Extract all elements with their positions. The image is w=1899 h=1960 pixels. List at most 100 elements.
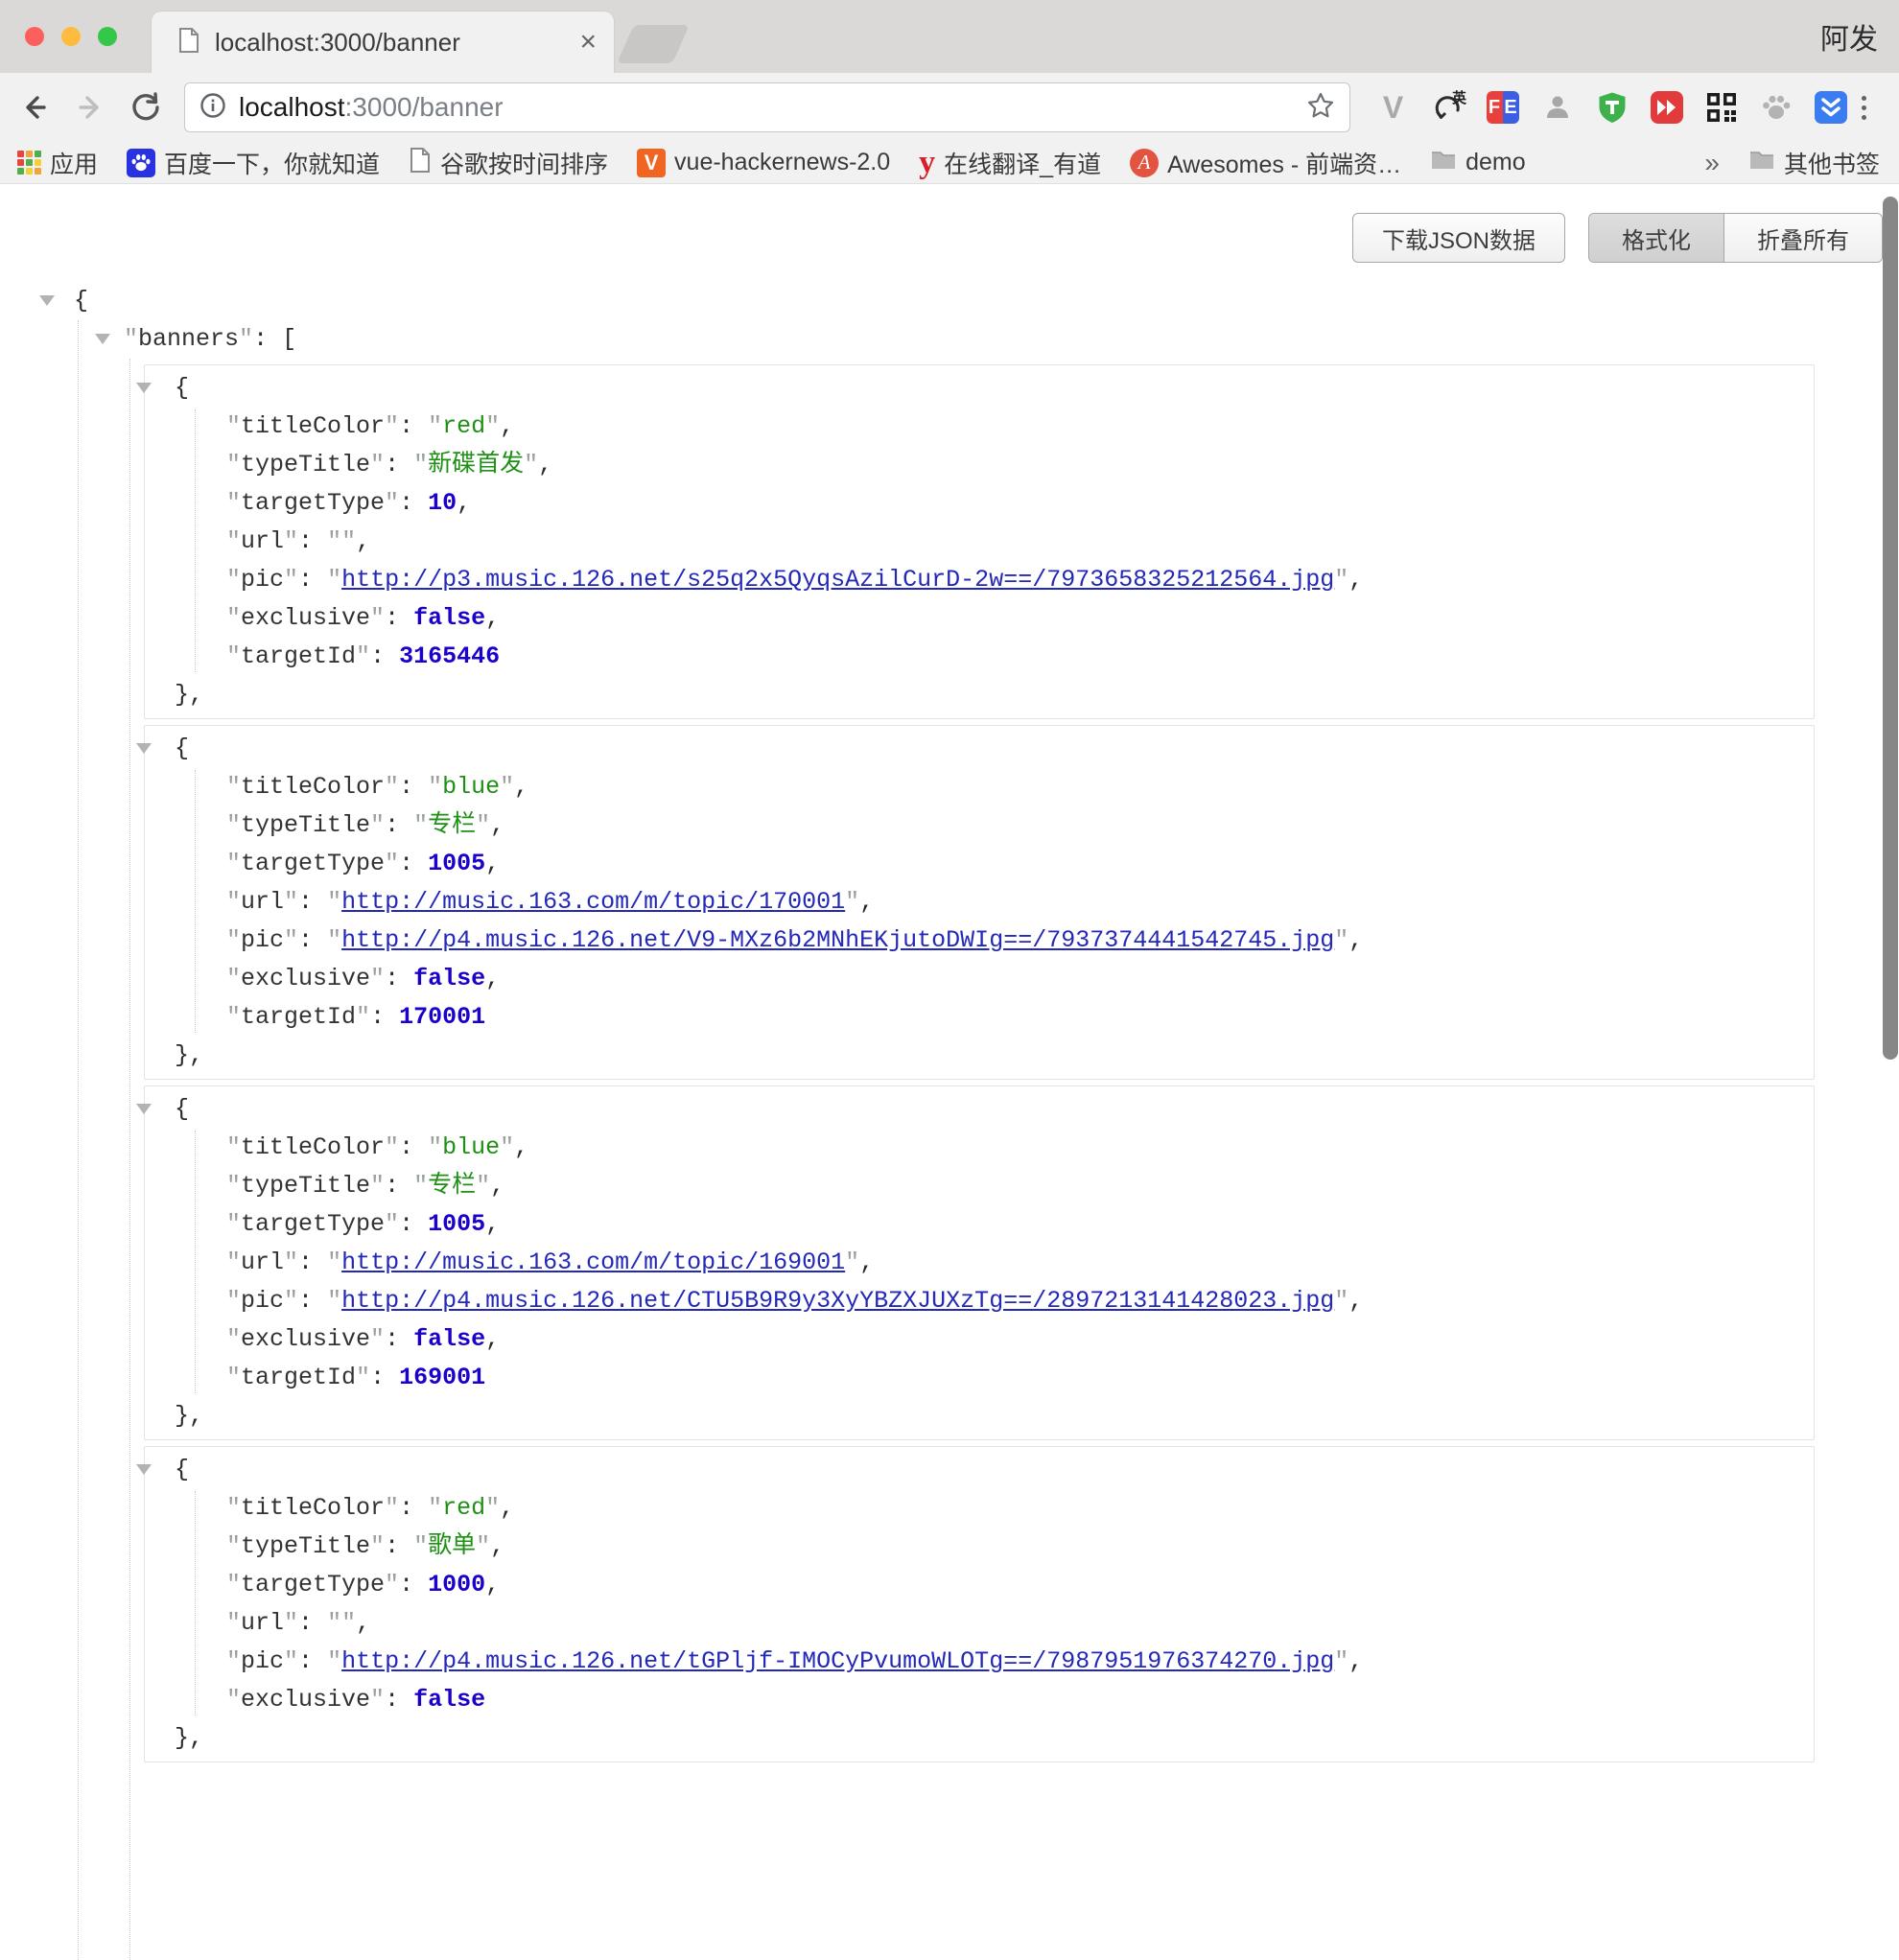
json-root-open-line: { xyxy=(0,282,1899,320)
address-bar[interactable]: localhost:3000/banner xyxy=(184,82,1350,132)
json-token: " xyxy=(476,1172,490,1200)
paw-extension-icon[interactable] xyxy=(1758,90,1794,126)
fe-extension-icon[interactable]: FE xyxy=(1485,90,1520,126)
collapse-triangle-icon[interactable] xyxy=(95,334,110,344)
json-property-line: "titleColor": "blue", xyxy=(145,768,1814,806)
json-token: : xyxy=(298,1287,327,1315)
json-link[interactable]: http://p4.music.126.net/tGPljf-IMOCyPvum… xyxy=(341,1647,1334,1675)
profile-name[interactable]: 阿发 xyxy=(1820,15,1878,58)
json-token: : xyxy=(385,1686,413,1714)
json-token: { xyxy=(175,735,189,762)
qr-code-extension-icon[interactable] xyxy=(1703,90,1739,126)
bookmark-awesomes[interactable]: A Awesomes - 前端资… xyxy=(1130,146,1401,180)
translate-extension-icon[interactable]: 英 xyxy=(1430,90,1465,126)
person-extension-icon[interactable] xyxy=(1539,90,1575,126)
json-token: : xyxy=(399,1210,428,1238)
json-token: " xyxy=(341,527,356,555)
json-token: pic xyxy=(241,926,284,954)
json-token: " xyxy=(226,1532,241,1560)
json-token: }, xyxy=(175,1041,203,1069)
json-token: pic xyxy=(241,1287,284,1315)
bookmark-folder-demo[interactable]: demo xyxy=(1430,149,1526,176)
format-button[interactable]: 格式化 xyxy=(1589,214,1724,262)
action-bar: 下载JSON数据 格式化 折叠所有 xyxy=(0,184,1899,263)
json-token: , xyxy=(500,412,514,440)
json-token: " xyxy=(370,1172,385,1200)
bookmarks-overflow-chevron[interactable]: » xyxy=(1704,148,1720,178)
json-token: " xyxy=(845,1248,859,1276)
reload-button[interactable] xyxy=(129,90,163,125)
other-bookmarks-folder[interactable]: 其他书签 xyxy=(1748,146,1880,180)
forward-button[interactable] xyxy=(73,90,107,125)
json-token: " xyxy=(226,1325,241,1353)
json-token: titleColor xyxy=(241,412,385,440)
json-token: 新碟首发 xyxy=(428,451,524,478)
window-minimize-button[interactable] xyxy=(61,27,81,46)
json-banner-list: {"titleColor": "red","typeTitle": "新碟首发"… xyxy=(0,364,1899,1762)
bookmark-vue-hackernews[interactable]: V vue-hackernews-2.0 xyxy=(637,149,890,177)
json-token: " xyxy=(226,1647,241,1675)
collapse-triangle-icon[interactable] xyxy=(39,295,55,306)
json-token: : xyxy=(399,489,428,517)
json-token: " xyxy=(226,1287,241,1315)
json-token: 专栏 xyxy=(428,811,476,839)
bookmark-apps[interactable]: 应用 xyxy=(17,146,98,180)
json-link[interactable]: http://p4.music.126.net/V9-MXz6b2MNhEKju… xyxy=(341,926,1334,954)
json-token: " xyxy=(385,1133,399,1161)
json-link[interactable]: http://p4.music.126.net/CTU5B9R9y3XyYBZX… xyxy=(341,1287,1334,1315)
json-token: url xyxy=(241,1248,284,1276)
window-close-button[interactable] xyxy=(25,27,44,46)
json-property-line: "targetType": 1005, xyxy=(145,1205,1814,1244)
json-token: " xyxy=(385,489,399,517)
window-zoom-button[interactable] xyxy=(98,27,117,46)
download-json-button[interactable]: 下载JSON数据 xyxy=(1352,213,1565,263)
bookmark-youdao[interactable]: y 在线翻译_有道 xyxy=(919,145,1101,181)
json-link[interactable]: http://music.163.com/m/topic/169001 xyxy=(341,1248,845,1276)
collapse-triangle-icon[interactable] xyxy=(136,743,152,754)
json-token: : xyxy=(385,604,413,632)
browser-menu-icon[interactable] xyxy=(1862,96,1866,120)
back-button[interactable] xyxy=(17,90,52,125)
json-object-open-line: { xyxy=(145,369,1814,408)
browser-tab[interactable]: localhost:3000/banner × xyxy=(152,12,614,73)
json-token: " xyxy=(356,642,370,670)
json-token: " xyxy=(370,1532,385,1560)
collapse-triangle-icon[interactable] xyxy=(136,383,152,393)
fast-forward-extension-icon[interactable] xyxy=(1649,90,1684,126)
json-link[interactable]: http://p3.music.126.net/s25q2x5QyqsAzilC… xyxy=(341,566,1334,594)
download-manager-extension-icon[interactable] xyxy=(1813,90,1848,126)
json-link[interactable]: http://music.163.com/m/topic/170001 xyxy=(341,888,845,916)
tab-close-icon[interactable]: × xyxy=(579,28,597,57)
json-token: exclusive xyxy=(241,1686,370,1714)
json-property-line: "exclusive": false, xyxy=(145,599,1814,638)
page-favicon-icon xyxy=(176,27,201,58)
extension-row: V 英 FE xyxy=(1375,90,1848,126)
json-token: " xyxy=(1334,926,1348,954)
json-token: : xyxy=(298,888,327,916)
json-property-line: "exclusive": false, xyxy=(145,1320,1814,1359)
json-token: targetId xyxy=(241,1364,356,1391)
json-property-line: "typeTitle": "专栏", xyxy=(145,1167,1814,1205)
page-info-icon[interactable] xyxy=(199,91,227,125)
json-property-line: "pic": "http://p4.music.126.net/CTU5B9R9… xyxy=(145,1282,1814,1320)
json-token: " xyxy=(284,1287,298,1315)
json-token: " xyxy=(226,1210,241,1238)
json-token: : xyxy=(385,811,413,839)
collapse-triangle-icon[interactable] xyxy=(136,1464,152,1475)
collapse-all-button[interactable]: 折叠所有 xyxy=(1724,214,1882,262)
bookmark-google-sort[interactable]: 谷歌按时间排序 xyxy=(409,146,608,180)
json-token: targetId xyxy=(241,642,356,670)
json-token: , xyxy=(1348,926,1363,954)
json-token: " xyxy=(476,1532,490,1560)
collapse-triangle-icon[interactable] xyxy=(136,1104,152,1114)
new-tab-button[interactable] xyxy=(617,25,690,63)
json-token: targetType xyxy=(241,1571,385,1598)
shield-extension-icon[interactable] xyxy=(1594,90,1629,126)
scrollbar-thumb[interactable] xyxy=(1883,197,1898,1060)
json-token: }, xyxy=(175,1724,203,1752)
bookmark-star-icon[interactable] xyxy=(1305,90,1336,126)
json-token: false xyxy=(413,965,485,992)
json-token: " xyxy=(226,850,241,877)
bookmark-baidu[interactable]: 百度一下，你就知道 xyxy=(127,146,380,180)
vimium-extension-icon[interactable]: V xyxy=(1375,90,1411,126)
